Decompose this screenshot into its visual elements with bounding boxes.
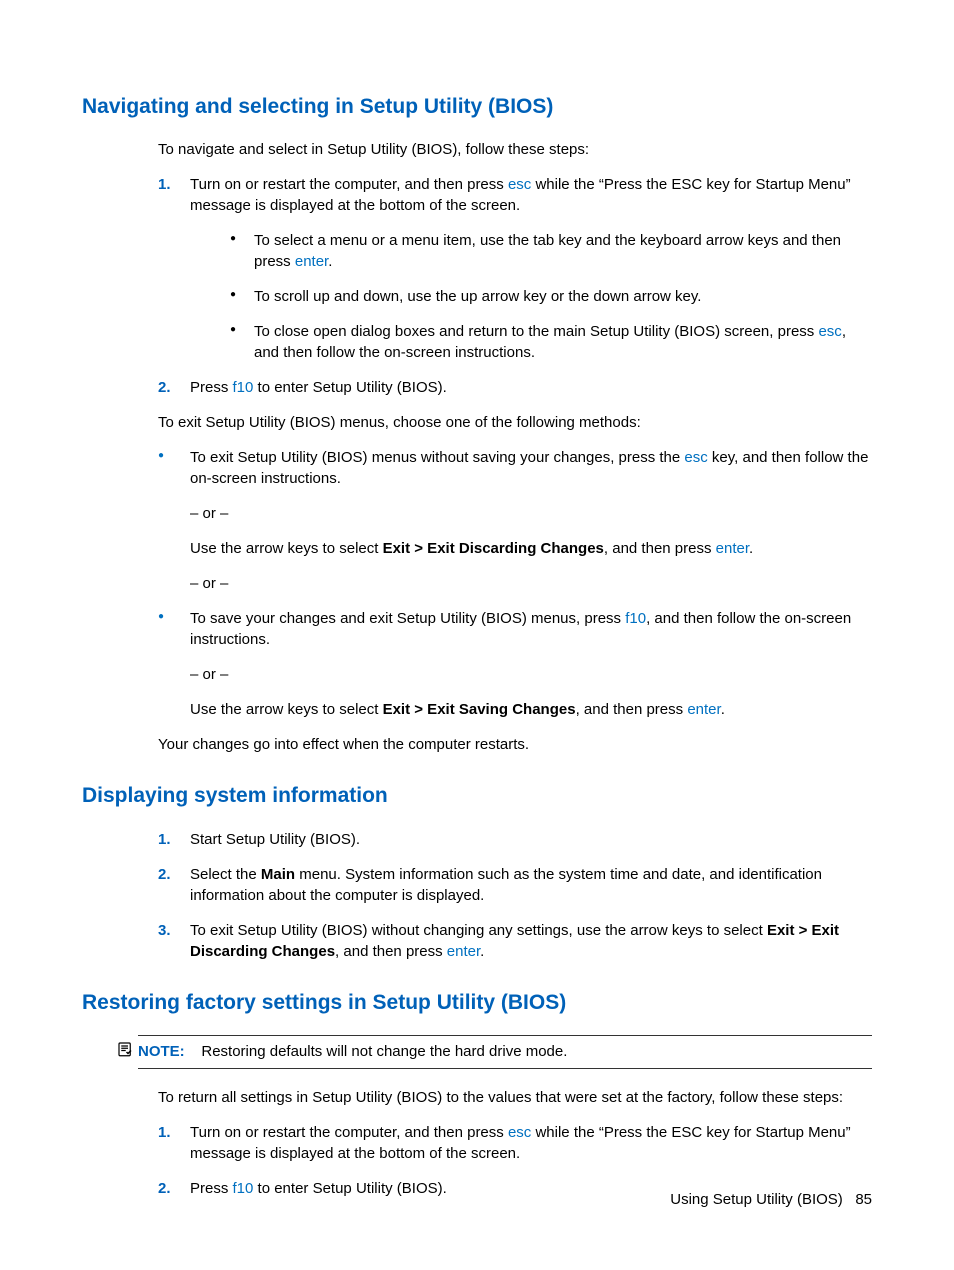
step-text: Turn on or restart the computer, and the… — [190, 176, 851, 214]
key-esc: esc — [508, 1124, 531, 1141]
step-number: 1. — [158, 1122, 171, 1143]
step-text: Start Setup Utility (BIOS). — [190, 831, 360, 848]
key-enter: enter — [295, 253, 328, 270]
step-1: 1. Turn on or restart the computer, and … — [158, 1122, 872, 1164]
or-separator: – or – — [190, 503, 872, 524]
sub-list: To select a menu or a menu item, use the… — [224, 230, 872, 363]
step-2: 2. Select the Main menu. System informat… — [158, 864, 872, 906]
section-restoring: Restoring factory settings in Setup Util… — [82, 988, 872, 1199]
key-enter: enter — [447, 943, 480, 960]
step-number: 2. — [158, 377, 171, 398]
heading-restoring: Restoring factory settings in Setup Util… — [82, 988, 872, 1017]
menu-main: Main — [261, 866, 295, 883]
key-f10: f10 — [233, 1180, 254, 1197]
exit-method-1: To exit Setup Utility (BIOS) menus witho… — [158, 447, 872, 594]
sub-item: To close open dialog boxes and return to… — [224, 321, 872, 363]
exit-methods: To exit Setup Utility (BIOS) menus witho… — [158, 447, 872, 720]
footer-text: Using Setup Utility (BIOS) — [670, 1191, 843, 1208]
section-displaying: Displaying system information 1. Start S… — [82, 781, 872, 961]
step-number: 1. — [158, 829, 171, 850]
ordered-steps: 1. Turn on or restart the computer, and … — [158, 174, 872, 398]
note-icon — [116, 1040, 134, 1064]
ordered-steps: 1. Start Setup Utility (BIOS). 2. Select… — [158, 829, 872, 962]
key-f10: f10 — [625, 610, 646, 627]
sub-item: To select a menu or a menu item, use the… — [224, 230, 872, 272]
ordered-steps: 1. Turn on or restart the computer, and … — [158, 1122, 872, 1199]
note-block: NOTE: Restoring defaults will not change… — [138, 1035, 872, 1069]
step-text: Press f10 to enter Setup Utility (BIOS). — [190, 1180, 447, 1197]
sub-item: To scroll up and down, use the up arrow … — [224, 286, 872, 307]
or-separator: – or – — [190, 573, 872, 594]
key-esc: esc — [818, 323, 841, 340]
note-label: NOTE: — [138, 1043, 185, 1060]
key-enter: enter — [687, 701, 720, 718]
step-number: 3. — [158, 920, 171, 941]
key-enter: enter — [716, 540, 749, 557]
step-1: 1. Turn on or restart the computer, and … — [158, 174, 872, 363]
section-navigating: Navigating and selecting in Setup Utilit… — [82, 92, 872, 755]
heading-displaying: Displaying system information — [82, 781, 872, 810]
step-2: 2. Press f10 to enter Setup Utility (BIO… — [158, 377, 872, 398]
step-text: Turn on or restart the computer, and the… — [190, 1124, 851, 1162]
exit-intro: To exit Setup Utility (BIOS) menus, choo… — [158, 412, 872, 433]
or-separator: – or – — [190, 664, 872, 685]
step-3: 3. To exit Setup Utility (BIOS) without … — [158, 920, 872, 962]
heading-navigating: Navigating and selecting in Setup Utilit… — [82, 92, 872, 121]
step-text: Press f10 to enter Setup Utility (BIOS). — [190, 379, 447, 396]
step-1: 1. Start Setup Utility (BIOS). — [158, 829, 872, 850]
intro-text: To navigate and select in Setup Utility … — [158, 139, 872, 160]
menu-path: Exit > Exit Discarding Changes — [383, 540, 604, 557]
key-esc: esc — [684, 449, 707, 466]
intro-text: To return all settings in Setup Utility … — [158, 1087, 872, 1108]
key-f10: f10 — [233, 379, 254, 396]
step-number: 2. — [158, 864, 171, 885]
exit-method-2: To save your changes and exit Setup Util… — [158, 608, 872, 720]
page-number: 85 — [855, 1191, 872, 1208]
step-text: Select the Main menu. System information… — [190, 866, 822, 904]
step-text: To exit Setup Utility (BIOS) without cha… — [190, 922, 839, 960]
menu-path: Exit > Exit Saving Changes — [383, 701, 576, 718]
outro-text: Your changes go into effect when the com… — [158, 734, 872, 755]
step-number: 1. — [158, 174, 171, 195]
key-esc: esc — [508, 176, 531, 193]
page-footer: Using Setup Utility (BIOS) 85 — [670, 1189, 872, 1210]
step-number: 2. — [158, 1178, 171, 1199]
note-text: Restoring defaults will not change the h… — [201, 1043, 567, 1060]
